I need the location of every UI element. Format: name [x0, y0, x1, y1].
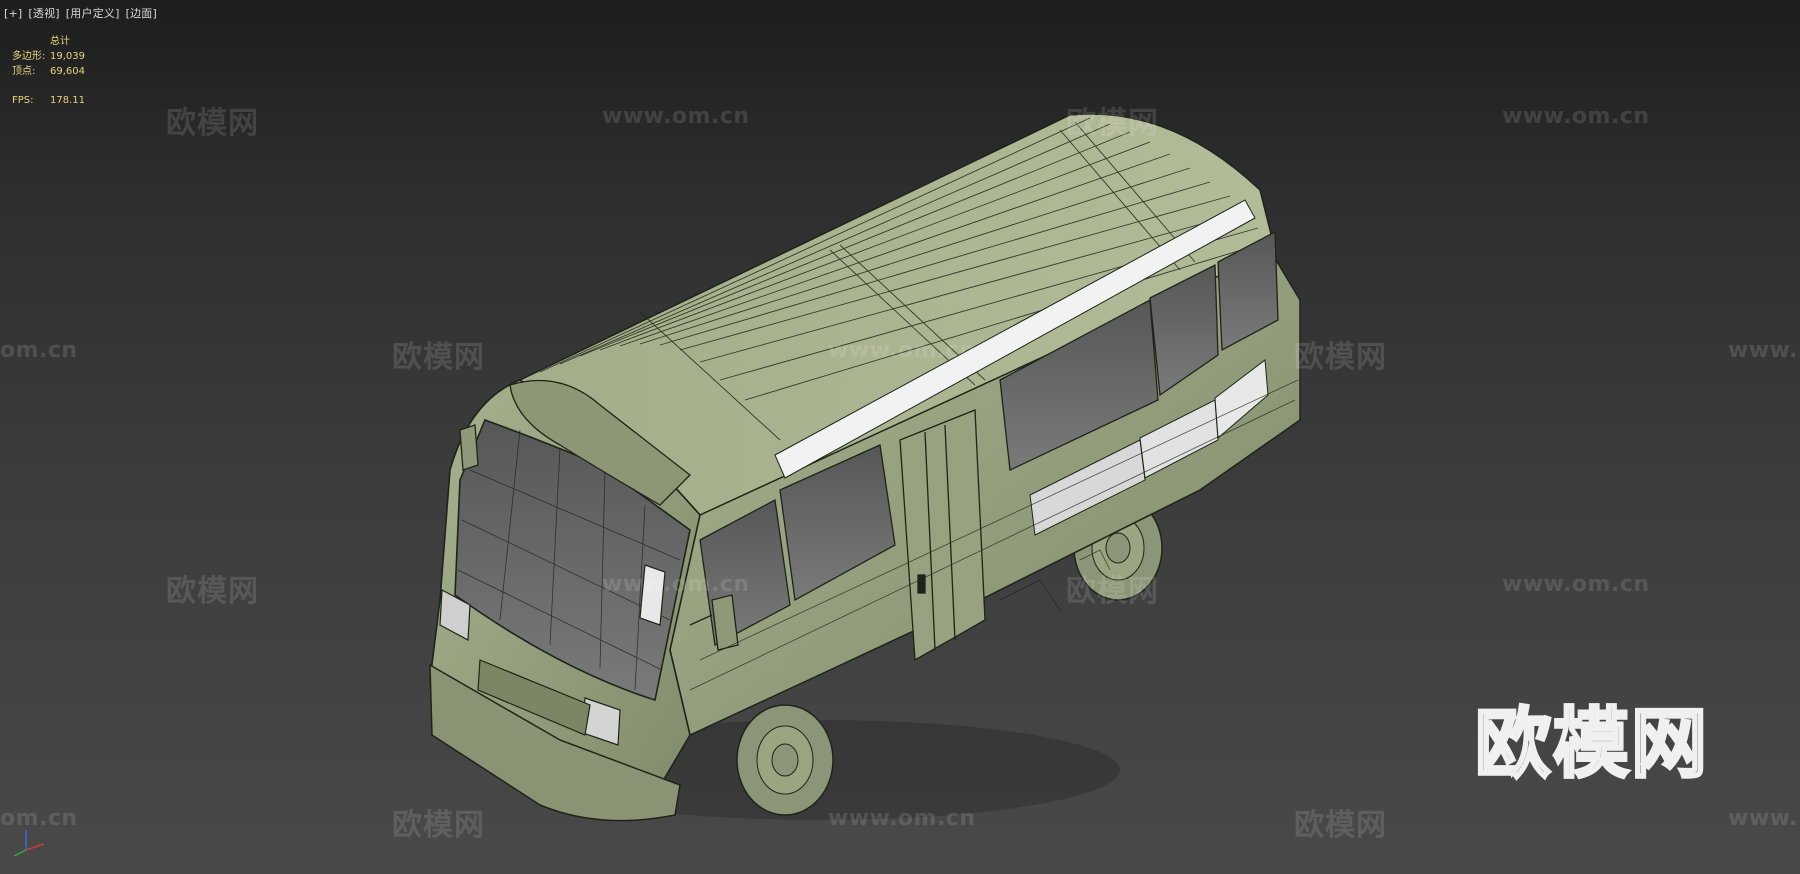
front-wheel [736, 704, 834, 816]
watermark-url: www.om.cn [1502, 572, 1650, 597]
watermark-url: www.om.cn [602, 572, 750, 597]
side-door [899, 409, 986, 662]
watermark-logo: 欧模网 [1294, 340, 1387, 375]
watermark-url-partial: www. [1728, 806, 1798, 831]
watermark-url: www.om.cn [828, 338, 976, 363]
watermark-logo: 欧模网 [166, 574, 259, 609]
watermark-url: www.om.cn [828, 806, 976, 831]
watermark-logo: 欧模网 [392, 340, 485, 375]
watermark-logo: 欧模网 [1294, 808, 1387, 843]
watermark-logo: 欧模网 [166, 106, 259, 141]
watermark-url: www.om.cn [1502, 104, 1650, 129]
watermark-logo: 欧模网 [1066, 574, 1159, 609]
axis-gizmo-icon [13, 830, 45, 857]
watermark-logo: 欧模网 [392, 808, 485, 843]
watermark-logo: 欧模网 [1066, 106, 1159, 141]
watermark-url-partial: om.cn [0, 338, 78, 363]
watermark-url-partial: www. [1728, 338, 1798, 363]
watermark-url: www.om.cn [602, 104, 750, 129]
watermark-large-logo: 欧模网 [1474, 698, 1709, 790]
